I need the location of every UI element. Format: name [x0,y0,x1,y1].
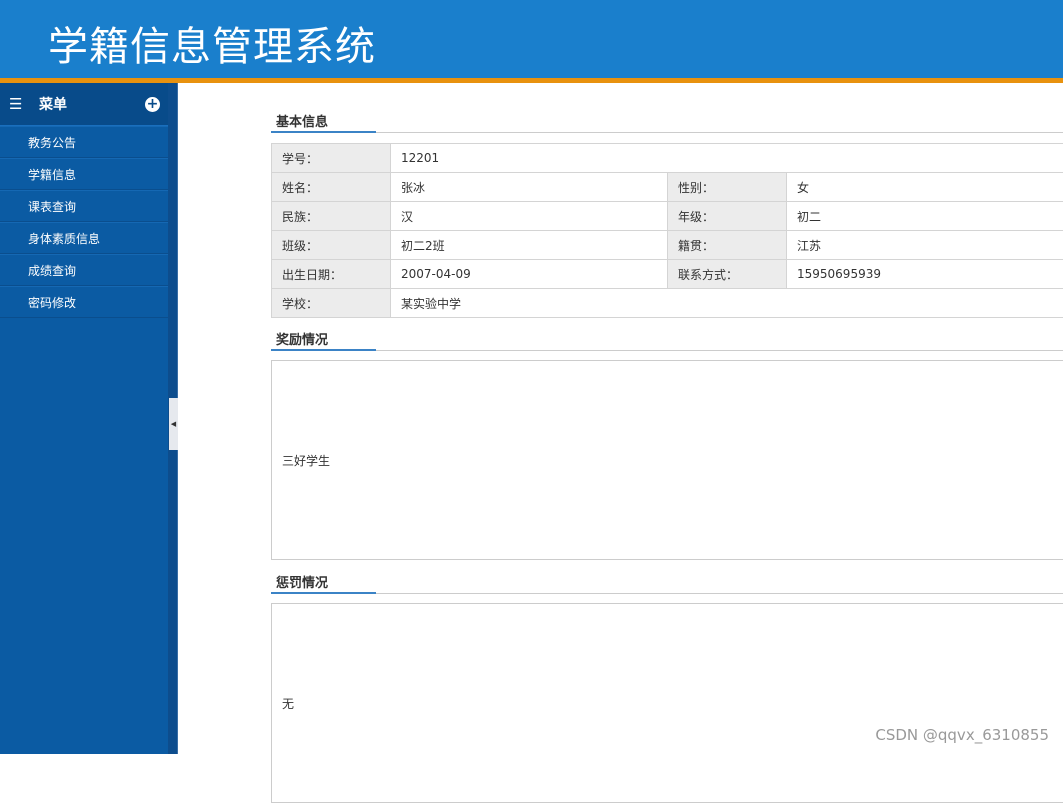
section-title: 基本信息 [271,111,376,133]
sidebar-item-announcements[interactable]: 教务公告 [0,126,168,158]
collapse-sidebar-button[interactable]: ◀ [169,398,178,450]
sidebar-item-student-info[interactable]: 学籍信息 [0,158,168,190]
field-value: 某实验中学 [391,289,1063,318]
field-value: 汉 [391,202,668,231]
plus-circle-icon[interactable]: + [145,97,160,112]
section-punishments: 惩罚情况 [271,572,1063,594]
field-label: 年级： [668,202,787,231]
table-row: 学校：某实验中学 [272,289,1063,318]
field-label: 联系方式： [668,260,787,289]
rewards-content: 三好学生 [282,452,330,469]
sidebar-item-password[interactable]: 密码修改 [0,286,168,318]
table-row: 民族：汉年级：初二 [272,202,1063,231]
rewards-box: 三好学生 [271,360,1063,560]
field-value: 12201 [391,144,1063,173]
field-value: 2007-04-09 [391,260,668,289]
section-title: 惩罚情况 [271,572,376,594]
sidebar-title: 菜单 [39,94,67,114]
section-rewards: 奖励情况 [271,329,1063,351]
field-label: 学号： [272,144,391,173]
field-value: 初二 [787,202,1063,231]
app-header: 学籍信息管理系统 [0,0,1063,78]
field-value: 初二2班 [391,231,668,260]
field-label: 民族： [272,202,391,231]
basic-info-table: 学号：12201 姓名：张冰性别：女 民族：汉年级：初二 班级：初二2班籍贯：江… [271,143,1063,318]
field-label: 班级： [272,231,391,260]
field-label: 性别： [668,173,787,202]
field-value: 女 [787,173,1063,202]
list-icon: ☰ [9,95,39,113]
table-row: 出生日期：2007-04-09联系方式：15950695939 [272,260,1063,289]
table-row: 班级：初二2班籍贯：江苏 [272,231,1063,260]
sidebar-item-grades[interactable]: 成绩查询 [0,254,168,286]
sidebar-header: ☰ 菜单 + [0,83,168,126]
watermark: CSDN @qqvx_6310855 [875,726,1049,744]
field-value: 江苏 [787,231,1063,260]
caret-left-icon: ◀ [171,420,176,428]
field-value: 15950695939 [787,260,1063,289]
section-title: 奖励情况 [271,329,376,351]
table-row: 学号：12201 [272,144,1063,173]
sidebar: ☰ 菜单 + 教务公告 学籍信息 课表查询 身体素质信息 成绩查询 密码修改 [0,83,168,754]
section-basic-info: 基本信息 [271,111,1063,133]
sidebar-item-timetable[interactable]: 课表查询 [0,190,168,222]
field-value: 张冰 [391,173,668,202]
punishments-box: 无 [271,603,1063,803]
field-label: 学校： [272,289,391,318]
field-label: 出生日期： [272,260,391,289]
app-title: 学籍信息管理系统 [48,14,376,72]
punishments-content: 无 [282,695,294,712]
sidebar-item-fitness[interactable]: 身体素质信息 [0,222,168,254]
table-row: 姓名：张冰性别：女 [272,173,1063,202]
field-label: 籍贯： [668,231,787,260]
field-label: 姓名： [272,173,391,202]
